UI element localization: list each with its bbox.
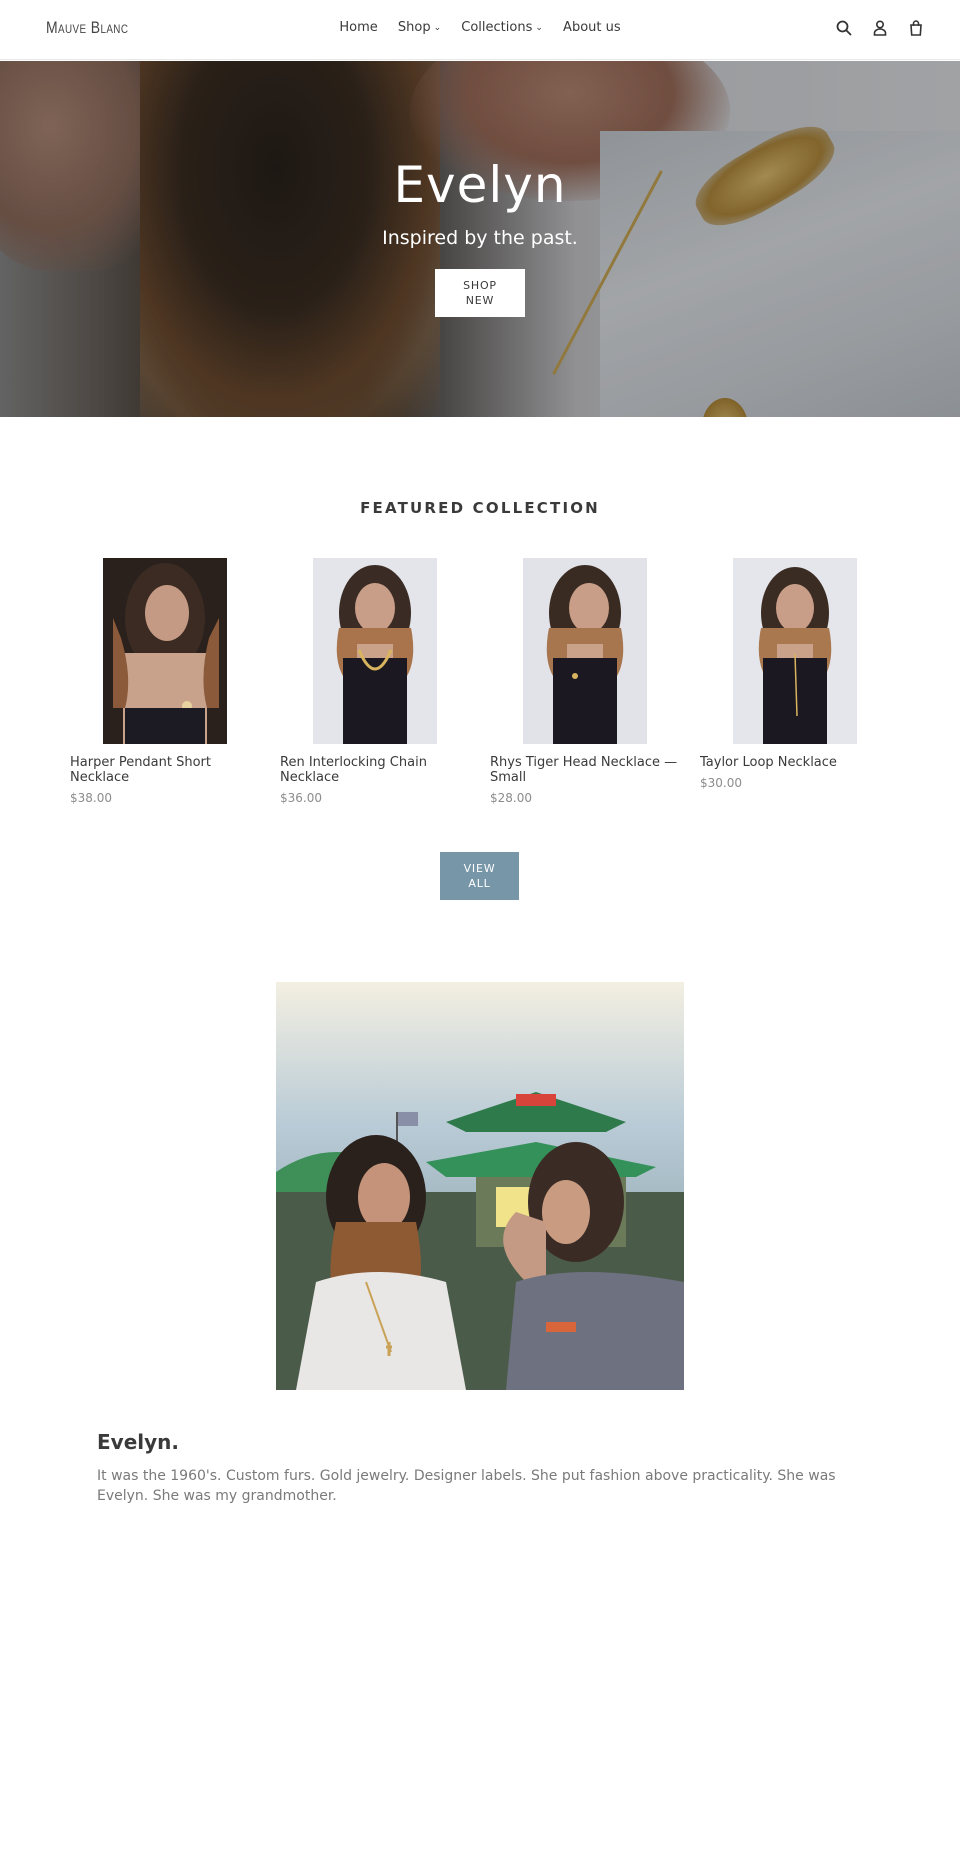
view-all-button[interactable]: VIEW ALL (440, 852, 519, 900)
hero-banner: Evelyn Inspired by the past. SHOP NEW (0, 61, 960, 417)
product-price: $36.00 (280, 791, 322, 805)
view-all-label-1: VIEW (463, 862, 496, 875)
product-price: $38.00 (70, 791, 112, 805)
nav-collections[interactable]: Collections ⌄ (461, 20, 543, 35)
shop-new-label-1: SHOP (463, 279, 497, 292)
hero-content: Evelyn Inspired by the past. SHOP NEW (0, 157, 960, 317)
nav-about[interactable]: About us (563, 20, 621, 35)
chevron-down-icon: ⌄ (535, 23, 543, 33)
search-icon[interactable] (834, 18, 854, 38)
product-image[interactable] (523, 558, 647, 744)
featured-collection-title: FEATURED COLLECTION (360, 499, 600, 517)
nav-home[interactable]: Home (339, 20, 377, 35)
product-card[interactable]: Rhys Tiger Head Necklace — Small $28.00 (490, 558, 680, 805)
nav-collections-label: Collections (461, 20, 533, 35)
hero-title: Evelyn (393, 156, 567, 214)
shop-new-label-2: NEW (465, 294, 495, 307)
product-price: $28.00 (490, 791, 532, 805)
product-name: Ren Interlocking Chain Necklace (280, 755, 427, 785)
nav-shop-label: Shop (397, 20, 431, 35)
nav-about-label: About us (563, 20, 621, 35)
header-icons (834, 18, 926, 38)
hero-subtitle: Inspired by the past. (382, 227, 578, 249)
product-image[interactable] (103, 558, 227, 744)
story-image (276, 982, 684, 1390)
main-nav: Home Shop ⌄ Collections ⌄ About us (0, 20, 960, 35)
account-icon[interactable] (870, 18, 890, 38)
product-name: Rhys Tiger Head Necklace — Small (490, 755, 678, 785)
product-card[interactable]: Harper Pendant Short Necklace $38.00 (70, 558, 260, 805)
story-text: It was the 1960's. Custom furs. Gold jew… (97, 1468, 836, 1504)
product-price: $30.00 (700, 776, 742, 790)
product-card[interactable]: Ren Interlocking Chain Necklace $36.00 (280, 558, 470, 805)
product-image[interactable] (313, 558, 437, 744)
view-all-label-2: ALL (468, 877, 491, 890)
story-heading: Evelyn. (97, 1430, 179, 1454)
shop-new-button[interactable]: SHOP NEW (435, 269, 525, 317)
nav-shop[interactable]: Shop ⌄ (398, 20, 441, 35)
product-image[interactable] (733, 558, 857, 744)
product-name: Taylor Loop Necklace (700, 755, 837, 770)
nav-home-label: Home (339, 20, 378, 35)
cart-icon[interactable] (906, 18, 926, 38)
site-header: Mauve Blanc Home Shop ⌄ Collections ⌄ Abou… (0, 0, 960, 60)
product-name: Harper Pendant Short Necklace (70, 755, 212, 785)
chevron-down-icon: ⌄ (433, 23, 442, 33)
product-card[interactable]: Taylor Loop Necklace $30.00 (700, 558, 890, 790)
